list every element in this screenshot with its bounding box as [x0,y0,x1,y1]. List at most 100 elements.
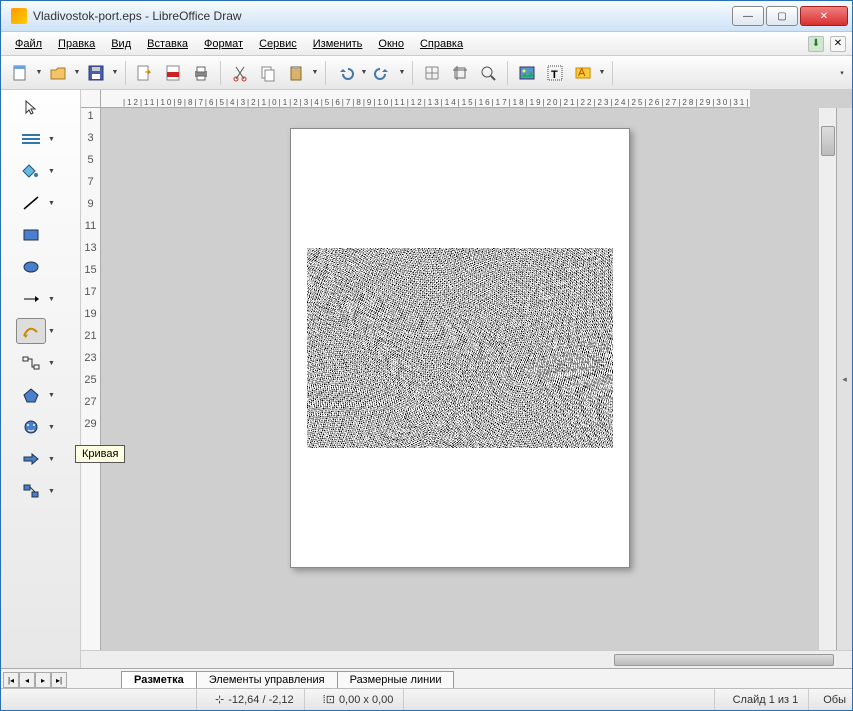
menu-format[interactable]: Формат [196,35,251,53]
svg-text:T: T [551,69,558,81]
window-title: Vladivostok-port.eps - LibreOffice Draw [33,9,730,23]
menu-help[interactable]: Справка [412,35,471,53]
flowchart-dropdown[interactable]: ▼ [48,488,56,495]
curve-dropdown[interactable]: ▼ [48,328,56,335]
connector-tool[interactable] [16,350,46,376]
page [290,128,630,568]
tab-next[interactable]: ▸ [35,672,51,688]
line-tool[interactable] [16,190,46,216]
copy-button[interactable] [255,60,281,86]
fontwork-button[interactable]: A [570,60,596,86]
minimize-button[interactable]: — [732,6,764,26]
tab-last[interactable]: ▸| [51,672,67,688]
scrollbar-thumb[interactable] [821,126,835,156]
app-icon [11,8,27,24]
titlebar: Vladivostok-port.eps - LibreOffice Draw … [1,1,852,32]
flowchart-tool[interactable] [16,478,46,504]
canvas-area: |12|11|10|9|8|7|6|5|4|3|2|1|0|1|2|3|4|5|… [81,90,852,668]
menu-window[interactable]: Окно [370,35,412,53]
menu-insert[interactable]: Вставка [139,35,196,53]
arrow-dropdown[interactable]: ▼ [48,296,56,303]
line-style-dropdown[interactable]: ▼ [48,136,56,143]
status-position: ⊹ -12,64 / -2,12 [211,689,305,710]
shapes-dropdown[interactable]: ▼ [48,392,56,399]
app-window: Vladivostok-port.eps - LibreOffice Draw … [0,0,853,711]
connector-dropdown[interactable]: ▼ [48,360,56,367]
maximize-button[interactable]: ▢ [766,6,798,26]
doc-close-button[interactable]: ✕ [830,36,846,52]
export-button[interactable] [132,60,158,86]
menu-tools[interactable]: Сервис [251,35,305,53]
tab-layout[interactable]: Разметка [121,671,197,688]
redo-button[interactable] [370,60,396,86]
ruler-corner [81,90,101,108]
horizontal-scrollbar[interactable] [81,650,852,668]
paste-button[interactable] [283,60,309,86]
tab-prev[interactable]: ◂ [19,672,35,688]
workspace: ▼ ▼ ▼ ▼ ▼ ▼ ▼ ▼ ▼ ▼ |12|11|10|9|8|7|6|5|… [1,90,852,668]
undo-button[interactable] [332,60,358,86]
print-button[interactable] [188,60,214,86]
open-dropdown[interactable]: ▼ [73,69,81,76]
block-arrow-dropdown[interactable]: ▼ [48,456,56,463]
toolbar-overflow[interactable]: ▾ [838,69,846,77]
symbol-tool[interactable] [16,414,46,440]
redo-dropdown[interactable]: ▼ [398,69,406,76]
menu-modify[interactable]: Изменить [305,35,371,53]
status-size: ⁞⊡ 0,00 x 0,00 [319,689,405,710]
symbol-dropdown[interactable]: ▼ [48,424,56,431]
select-tool[interactable] [16,94,46,120]
ruler-horizontal[interactable]: |12|11|10|9|8|7|6|5|4|3|2|1|0|1|2|3|4|5|… [101,90,750,108]
line-dropdown[interactable]: ▼ [48,200,56,207]
text-button[interactable]: T [542,60,568,86]
download-icon[interactable]: ⬇ [808,36,824,52]
picture-button[interactable] [514,60,540,86]
open-button[interactable] [45,60,71,86]
undo-dropdown[interactable]: ▼ [360,69,368,76]
size-icon: ⁞⊡ [323,693,335,706]
menu-view[interactable]: Вид [103,35,139,53]
vertical-scrollbar[interactable] [818,108,836,650]
paste-dropdown[interactable]: ▼ [311,69,319,76]
block-arrow-tool[interactable] [16,446,46,472]
menu-edit[interactable]: Правка [50,35,103,53]
main-toolbar: ▼ ▼ ▼ ▼ ▼ ▼ T A ▼ ▾ [1,56,852,90]
ruler-vertical[interactable]: 1357911131517192123252729 [81,108,101,650]
curve-tool[interactable] [16,318,46,344]
tools-sidebar: ▼ ▼ ▼ ▼ ▼ ▼ ▼ ▼ ▼ ▼ [1,90,81,668]
fontwork-dropdown[interactable]: ▼ [598,69,606,76]
menu-file[interactable]: Файл [7,35,50,53]
canvas[interactable] [101,108,818,650]
curve-tooltip: Кривая [75,445,125,463]
statusbar: ⊹ -12,64 / -2,12 ⁞⊡ 0,00 x 0,00 Слайд 1 … [1,688,852,710]
arrow-tool[interactable] [16,286,46,312]
status-extra: Обы [823,694,846,706]
cut-button[interactable] [227,60,253,86]
tab-controls[interactable]: Элементы управления [196,671,338,688]
h-scrollbar-thumb[interactable] [614,654,834,666]
layer-tabs: |◂ ◂ ▸ ▸| Разметка Элементы управления Р… [1,668,852,688]
status-slide: Слайд 1 из 1 [729,689,810,710]
line-style-tool[interactable] [16,126,46,152]
tab-first[interactable]: |◂ [3,672,19,688]
menubar: Файл Правка Вид Вставка Формат Сервис Из… [1,32,852,56]
fill-dropdown[interactable]: ▼ [48,168,56,175]
save-dropdown[interactable]: ▼ [111,69,119,76]
save-button[interactable] [83,60,109,86]
grid-button[interactable] [419,60,445,86]
tab-dimlines[interactable]: Размерные линии [337,671,455,688]
rectangle-tool[interactable] [16,222,46,248]
fill-tool[interactable] [16,158,46,184]
svg-text:A: A [578,67,586,79]
zoom-button[interactable] [475,60,501,86]
crop-button[interactable] [447,60,473,86]
pdf-button[interactable] [160,60,186,86]
eps-image[interactable] [307,248,613,448]
new-button[interactable] [7,60,33,86]
ellipse-tool[interactable] [16,254,46,280]
sidebar-toggle[interactable]: ◂ [836,108,852,650]
close-button[interactable]: ✕ [800,6,848,26]
new-dropdown[interactable]: ▼ [35,69,43,76]
basic-shapes-tool[interactable] [16,382,46,408]
position-icon: ⊹ [215,693,224,706]
